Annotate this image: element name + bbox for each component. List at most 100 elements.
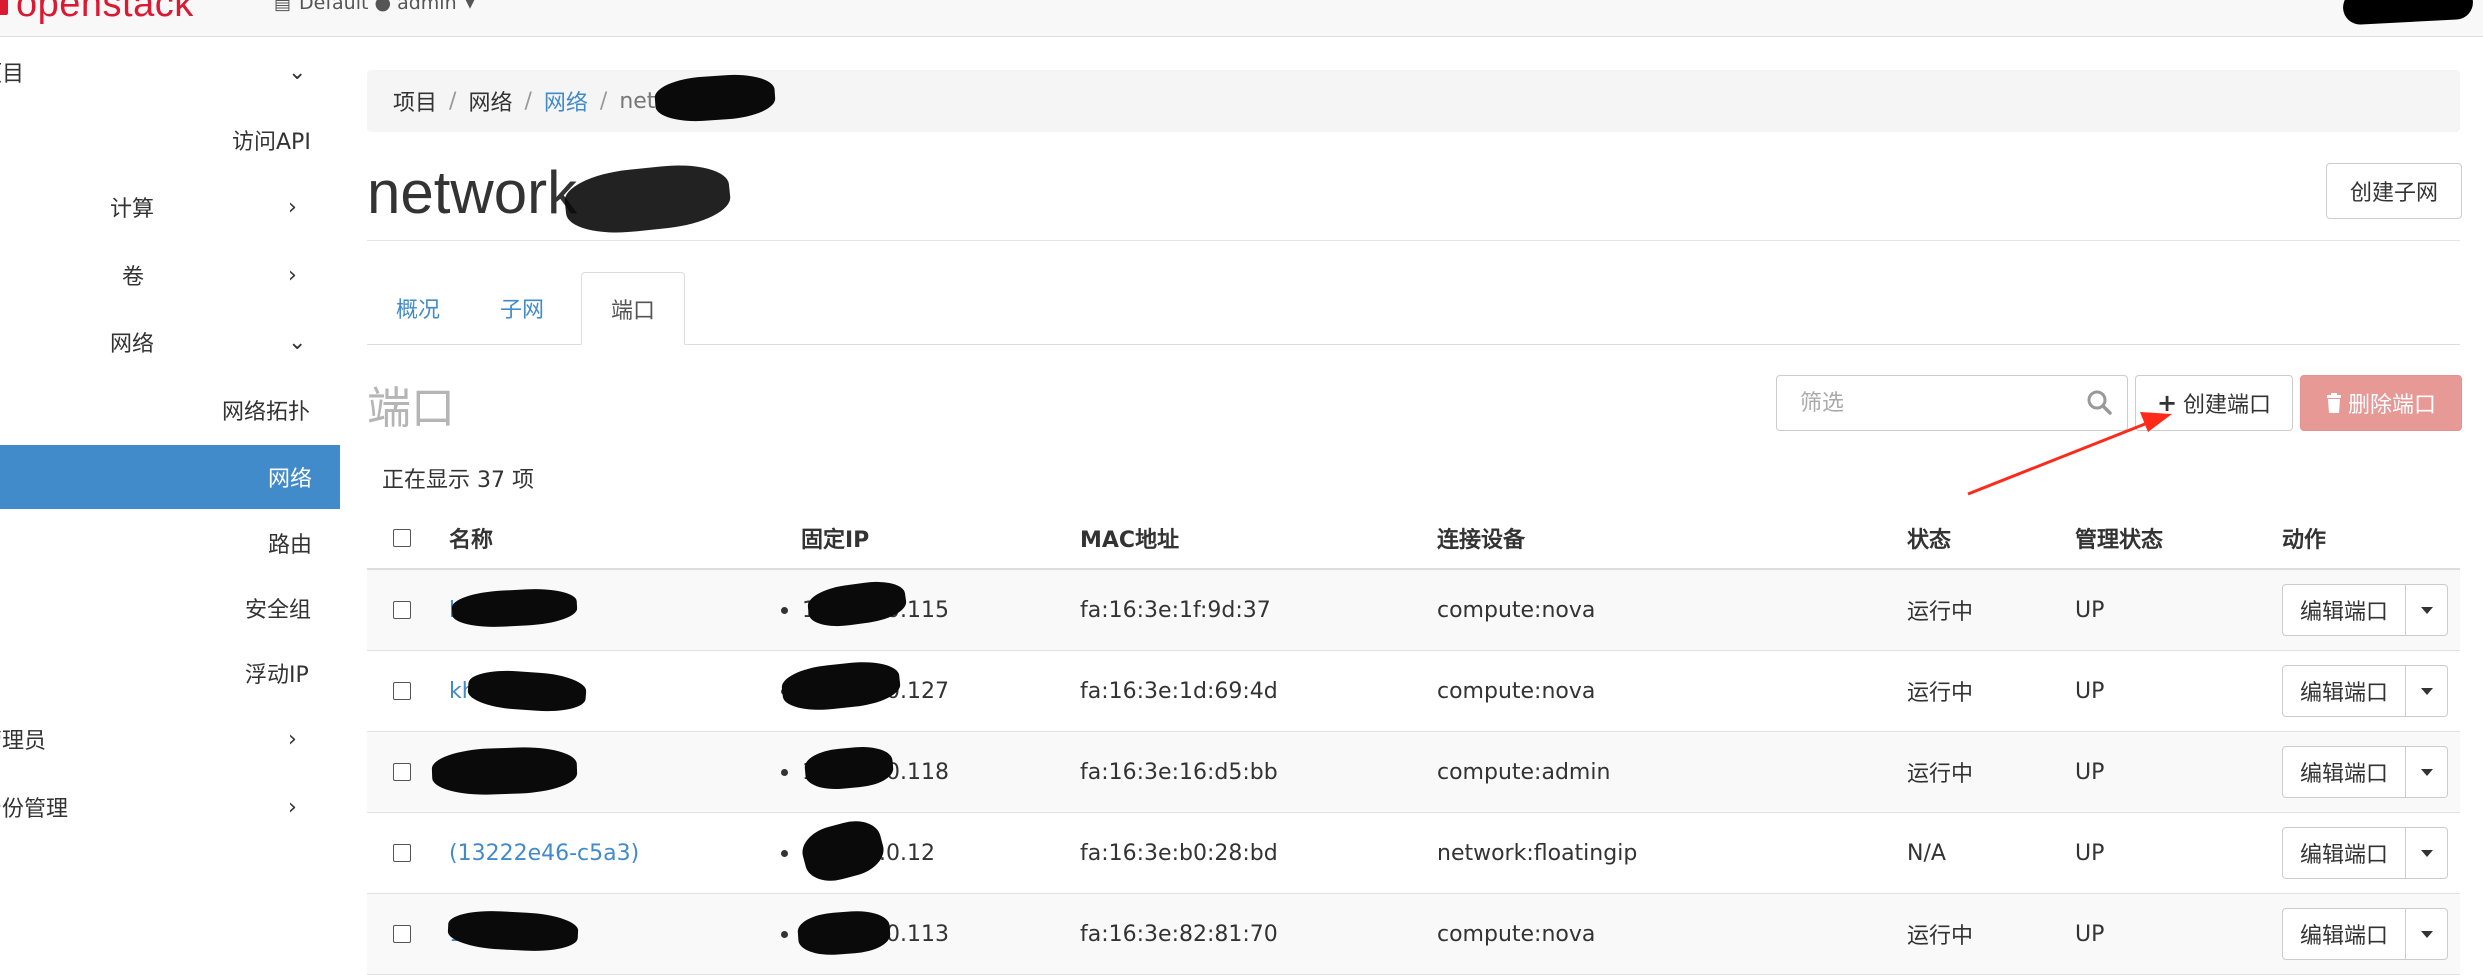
project-context-dropdown[interactable]: ▤ Default ● admin ▼ xyxy=(274,0,475,14)
sidebar-item-label: 计算 xyxy=(110,197,155,222)
row-action-group: 编辑端口 xyxy=(2282,908,2448,960)
sidebar-item-network-group[interactable]: 网络 ⌄ xyxy=(0,310,340,374)
status: 运行中 xyxy=(1907,600,1974,625)
user-menu-redacted[interactable] xyxy=(2342,0,2474,26)
sidebar-item-security-groups[interactable]: 安全组 xyxy=(0,576,340,640)
sidebar-item-volumes[interactable]: 卷 › xyxy=(0,243,340,307)
column-header-admin-state[interactable]: 管理状态 xyxy=(2075,508,2163,568)
admin-state: UP xyxy=(2075,678,2105,704)
row-checkbox[interactable] xyxy=(393,925,411,943)
caret-down-icon xyxy=(2420,687,2433,695)
brand-text: openstack xyxy=(16,0,194,25)
sidebar-item-label: 网络拓扑 xyxy=(222,400,311,425)
breadcrumb-project: 项目 xyxy=(393,91,438,116)
edit-port-button[interactable]: 编辑端口 xyxy=(2282,827,2406,879)
more-actions-dropdown[interactable] xyxy=(2406,665,2448,717)
delete-ports-label: 删除端口 xyxy=(2347,393,2436,418)
filter-input[interactable] xyxy=(1778,377,2068,429)
column-header-device[interactable]: 连接设备 xyxy=(1437,508,1525,568)
edit-port-button[interactable]: 编辑端口 xyxy=(2282,584,2406,636)
column-header-mac[interactable]: MAC地址 xyxy=(1080,508,1179,568)
chevron-down-icon: ⌄ xyxy=(288,59,307,85)
status: N/A xyxy=(1907,840,1946,866)
sidebar-item-network-topology[interactable]: 网络拓扑 xyxy=(0,378,340,442)
device-owner: network:floatingip xyxy=(1437,840,1638,866)
more-actions-dropdown[interactable] xyxy=(2406,584,2448,636)
admin-state: UP xyxy=(2075,921,2105,947)
title-divider xyxy=(367,240,2460,241)
top-navbar: openstack ▤ Default ● admin ▼ xyxy=(0,0,2483,37)
sidebar-item-label: 网络 xyxy=(110,332,155,357)
context-label: Default ● admin xyxy=(299,0,457,14)
page-title: network xyxy=(367,159,578,226)
redaction-mark xyxy=(562,159,733,239)
chevron-right-icon: › xyxy=(288,726,297,752)
caret-down-icon: ▼ xyxy=(464,0,476,11)
edit-port-button[interactable]: 编辑端口 xyxy=(2282,665,2406,717)
sidebar-item-floating-ips[interactable]: 浮动IP xyxy=(0,641,340,705)
bullet xyxy=(781,768,788,776)
column-header-status[interactable]: 状态 xyxy=(1907,508,1951,568)
more-actions-dropdown[interactable] xyxy=(2406,746,2448,798)
breadcrumb-separator: / xyxy=(449,88,457,114)
admin-state: UP xyxy=(2075,597,2105,623)
row-checkbox[interactable] xyxy=(393,601,411,619)
caret-down-icon xyxy=(2420,849,2433,857)
caret-down-icon xyxy=(2420,606,2433,614)
table-row: (13222e46-c5a3) 10.200.0.12 fa:16:3e:b0:… xyxy=(367,813,2460,894)
device-owner: compute:nova xyxy=(1437,597,1596,623)
device-owner: compute:nova xyxy=(1437,921,1596,947)
tab-ports[interactable]: 端口 xyxy=(581,272,685,345)
table-row: kh 10.200.0.127 fa:16:3e:1d:69:4d comput… xyxy=(367,651,2460,732)
column-header-name[interactable]: 名称 xyxy=(449,508,493,568)
sidebar-item-routers[interactable]: 路由 xyxy=(0,511,340,575)
mac-address: fa:16:3e:b0:28:bd xyxy=(1080,840,1278,866)
sidebar: 项目 ⌄ 访问API 计算 › 卷 › 网络 ⌄ 网络拓扑 网络 路由 安全组 … xyxy=(0,37,340,972)
create-port-button[interactable]: + 创建端口 xyxy=(2135,375,2293,431)
column-header-fixed-ip[interactable]: 固定IP xyxy=(801,508,869,568)
device-owner: compute:nova xyxy=(1437,678,1596,704)
sidebar-item-access-api[interactable]: 访问API xyxy=(0,108,340,172)
caret-down-icon xyxy=(2420,930,2433,938)
row-action-group: 编辑端口 xyxy=(2282,665,2448,717)
status: 运行中 xyxy=(1907,762,1974,787)
table-header: 名称 固定IP MAC地址 连接设备 状态 管理状态 动作 xyxy=(367,508,2460,570)
select-all-cell xyxy=(393,508,411,568)
chevron-right-icon: › xyxy=(288,194,297,220)
sidebar-item-compute[interactable]: 计算 › xyxy=(0,175,340,239)
breadcrumb-networks-link[interactable]: 网络 xyxy=(544,85,588,117)
select-all-checkbox[interactable] xyxy=(393,529,411,547)
tab-overview[interactable]: 概况 xyxy=(367,272,469,344)
sidebar-item-label: 管理员 xyxy=(0,729,47,754)
edit-port-button[interactable]: 编辑端口 xyxy=(2282,746,2406,798)
sidebar-item-identity[interactable]: 身份管理 › xyxy=(0,775,340,839)
row-checkbox[interactable] xyxy=(393,763,411,781)
row-checkbox[interactable] xyxy=(393,682,411,700)
caret-down-icon xyxy=(2420,768,2433,776)
sidebar-item-networks[interactable]: 网络 xyxy=(0,445,340,509)
delete-ports-button[interactable]: 删除端口 xyxy=(2300,375,2462,431)
search-icon[interactable] xyxy=(2085,388,2113,416)
bullet xyxy=(781,606,788,614)
plus-icon: + xyxy=(2156,389,2178,417)
ports-section-title: 端口 xyxy=(367,384,455,433)
sidebar-item-label: 路由 xyxy=(268,533,313,558)
create-subnet-button[interactable]: 创建子网 xyxy=(2326,163,2462,219)
row-action-group: 编辑端口 xyxy=(2282,584,2448,636)
sidebar-item-admin[interactable]: 管理员 › xyxy=(0,707,340,771)
row-checkbox[interactable] xyxy=(393,844,411,862)
admin-state: UP xyxy=(2075,840,2105,866)
edit-port-button[interactable]: 编辑端口 xyxy=(2282,908,2406,960)
tab-subnets[interactable]: 子网 xyxy=(471,272,573,344)
sidebar-item-project[interactable]: 项目 ⌄ xyxy=(0,40,340,104)
mac-address: fa:16:3e:16:d5:bb xyxy=(1080,759,1278,785)
more-actions-dropdown[interactable] xyxy=(2406,827,2448,879)
more-actions-dropdown[interactable] xyxy=(2406,908,2448,960)
sidebar-item-label: 身份管理 xyxy=(0,797,69,822)
port-name-link[interactable]: (13222e46-c5a3) xyxy=(449,813,639,893)
breadcrumb-separator: / xyxy=(599,88,608,114)
row-action-group: 编辑端口 xyxy=(2282,827,2448,879)
item-count: 正在显示 37 项 xyxy=(382,468,534,493)
openstack-logo[interactable]: openstack xyxy=(0,0,194,24)
sidebar-item-label: 项目 xyxy=(0,62,25,87)
